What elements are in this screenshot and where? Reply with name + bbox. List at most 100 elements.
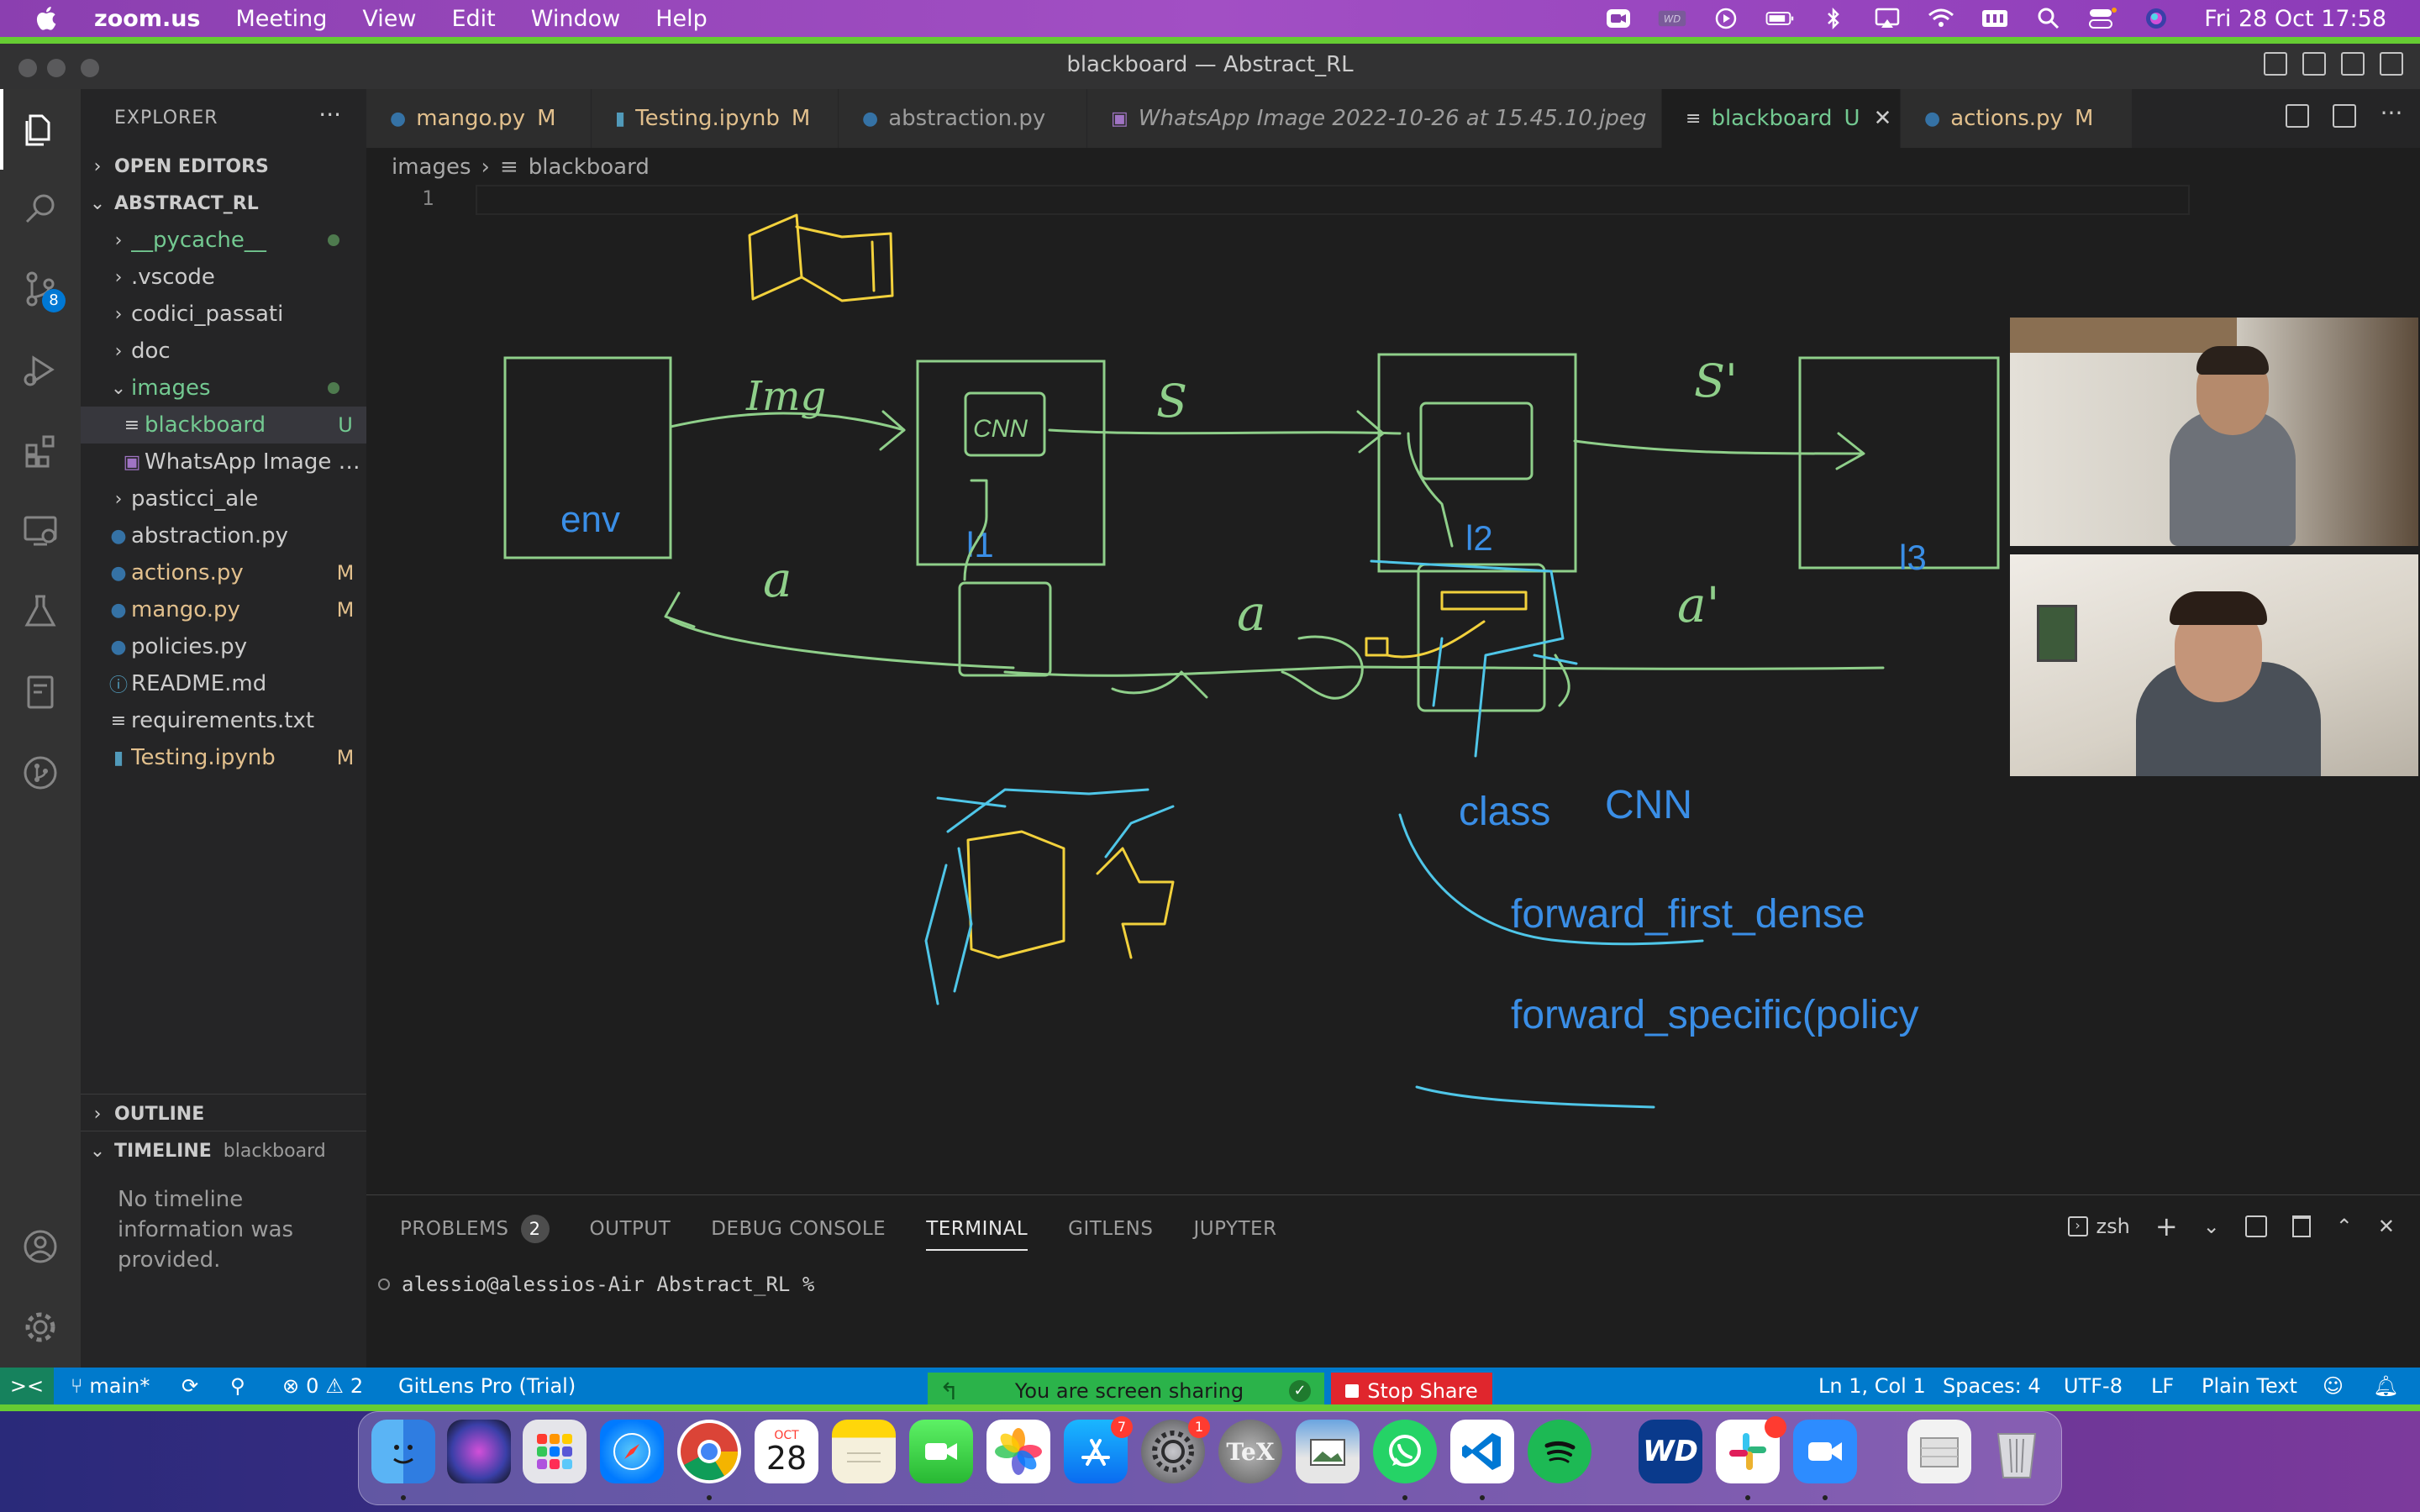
tree-folder-images[interactable]: ⌄ images bbox=[81, 370, 366, 407]
panel-tab-gitlens[interactable]: GITLENS bbox=[1068, 1212, 1153, 1246]
split-terminal-icon[interactable] bbox=[2244, 1215, 2267, 1237]
gitlens-icon[interactable] bbox=[20, 753, 60, 793]
photos-icon[interactable] bbox=[986, 1420, 1050, 1483]
preview-icon[interactable] bbox=[1296, 1420, 1360, 1483]
tree-file-testing[interactable]: ▮ Testing.ipynb M bbox=[81, 739, 366, 776]
wifi-icon[interactable] bbox=[1927, 7, 1955, 30]
menu-app-name[interactable]: zoom.us bbox=[94, 6, 201, 32]
spotify-icon[interactable] bbox=[1528, 1420, 1591, 1483]
gitlens-status-icon[interactable]: ⚲ bbox=[230, 1368, 245, 1404]
battery-icon[interactable] bbox=[1765, 7, 1794, 30]
wd-tray-icon[interactable]: WD bbox=[1658, 7, 1686, 30]
launchpad-icon[interactable] bbox=[523, 1420, 587, 1483]
zoom-icon[interactable] bbox=[1793, 1420, 1857, 1483]
trash-icon[interactable] bbox=[2291, 1215, 2311, 1237]
jupyter-icon[interactable] bbox=[20, 672, 60, 712]
feedback-icon[interactable]: ☺ bbox=[2323, 1368, 2344, 1404]
menu-meeting[interactable]: Meeting bbox=[236, 6, 328, 32]
menu-view[interactable]: View bbox=[362, 6, 416, 32]
siri-icon[interactable] bbox=[447, 1420, 511, 1483]
vscode-icon[interactable] bbox=[1450, 1420, 1514, 1483]
video-participant-1[interactable] bbox=[2010, 318, 2418, 546]
extensions-icon[interactable] bbox=[20, 430, 60, 470]
close-panel-icon[interactable]: ✕ bbox=[2378, 1215, 2395, 1238]
spotlight-search-icon[interactable] bbox=[2034, 7, 2063, 30]
breadcrumb-file[interactable]: blackboard bbox=[529, 155, 650, 180]
tree-file-whatsapp-image[interactable]: ▣ WhatsApp Image 2... bbox=[81, 444, 366, 480]
sync-icon[interactable]: ⟳ bbox=[182, 1368, 198, 1404]
wd-discovery-icon[interactable]: WD bbox=[1639, 1420, 1702, 1483]
problems-indicator[interactable]: ⊗ 0 ⚠ 2 bbox=[282, 1368, 363, 1404]
open-changes-icon[interactable] bbox=[2286, 104, 2309, 128]
customize-layout-icon[interactable] bbox=[2380, 52, 2403, 76]
more-actions-icon[interactable]: ··· bbox=[2380, 102, 2403, 128]
tree-folder-codici-passati[interactable]: › codici_passati bbox=[81, 296, 366, 333]
video-participant-2[interactable] bbox=[2010, 554, 2418, 776]
timeline-section[interactable]: ⌄ TIMELINE blackboard bbox=[81, 1132, 366, 1169]
remote-indicator[interactable]: >< bbox=[0, 1368, 54, 1404]
tree-file-abstraction[interactable]: ● abstraction.py bbox=[81, 517, 366, 554]
panel-tab-terminal[interactable]: TERMINAL bbox=[926, 1212, 1028, 1251]
tree-file-blackboard[interactable]: ≡ blackboard U bbox=[81, 407, 366, 444]
tab-blackboard[interactable]: ≡ blackboard U ✕ bbox=[1662, 89, 1901, 148]
tab-actions[interactable]: ● actions.py M bbox=[1901, 89, 2133, 148]
notifications-bell-icon[interactable]: 🔔︎ bbox=[2373, 1368, 2398, 1404]
safari-icon[interactable] bbox=[600, 1420, 664, 1483]
tab-testing[interactable]: ▮ Testing.ipynb M bbox=[592, 89, 839, 148]
tree-file-requirements[interactable]: ≡ requirements.txt bbox=[81, 702, 366, 739]
finder-icon[interactable] bbox=[371, 1420, 435, 1483]
csv-file-icon[interactable] bbox=[1907, 1420, 1971, 1483]
whatsapp-icon[interactable] bbox=[1373, 1420, 1437, 1483]
menu-edit[interactable]: Edit bbox=[451, 6, 495, 32]
chevron-down-icon[interactable]: ⌄ bbox=[2203, 1215, 2220, 1238]
panel-tab-output[interactable]: OUTPUT bbox=[590, 1212, 671, 1246]
toggle-secondary-sidebar-icon[interactable] bbox=[2341, 52, 2365, 76]
split-editor-icon[interactable] bbox=[2333, 104, 2356, 128]
trash-icon[interactable] bbox=[1985, 1420, 2049, 1483]
toggle-panel-icon[interactable] bbox=[2302, 52, 2326, 76]
apple-icon[interactable] bbox=[32, 3, 62, 34]
facetime-icon[interactable] bbox=[909, 1420, 973, 1483]
search-icon[interactable] bbox=[20, 188, 60, 228]
control-center-icon[interactable] bbox=[2088, 7, 2118, 30]
cursor-position[interactable]: Ln 1, Col 1 bbox=[1818, 1368, 1926, 1404]
gitlens-status[interactable]: GitLens Pro (Trial) bbox=[398, 1368, 576, 1404]
tree-folder-vscode[interactable]: › .vscode bbox=[81, 259, 366, 296]
tab-whatsapp-image[interactable]: ▣ WhatsApp Image 2022-10-26 at 15.45.10.… bbox=[1087, 89, 1662, 148]
close-tab-icon[interactable]: ✕ bbox=[1874, 106, 1892, 131]
account-icon[interactable] bbox=[20, 1226, 60, 1267]
notes-icon[interactable] bbox=[832, 1420, 896, 1483]
menu-help[interactable]: Help bbox=[655, 6, 708, 32]
tree-file-readme[interactable]: ⓘ README.md bbox=[81, 665, 366, 702]
tree-file-actions[interactable]: ● actions.py M bbox=[81, 554, 366, 591]
breadcrumb-folder[interactable]: images bbox=[392, 155, 471, 180]
calendar-icon[interactable]: OCT 28 bbox=[755, 1420, 818, 1483]
airplay-icon[interactable] bbox=[1873, 7, 1902, 30]
branch-indicator[interactable]: ⑂ main* bbox=[71, 1368, 150, 1404]
terminal-prompt-line[interactable]: alessio@alessios-Air Abstract_RL % bbox=[378, 1273, 814, 1296]
settings-gear-icon[interactable] bbox=[20, 1307, 60, 1347]
panel-tab-problems[interactable]: PROBLEMS 2 bbox=[400, 1212, 550, 1246]
chrome-icon[interactable] bbox=[677, 1420, 741, 1483]
terminal-shell-selector[interactable]: › zsh bbox=[2067, 1215, 2130, 1238]
new-terminal-icon[interactable]: + bbox=[2155, 1210, 2178, 1242]
keyboard-icon[interactable] bbox=[1981, 7, 2009, 30]
bluetooth-icon[interactable] bbox=[1819, 7, 1848, 30]
siri-icon[interactable] bbox=[2142, 7, 2170, 30]
tree-file-mango[interactable]: ● mango.py M bbox=[81, 591, 366, 628]
encoding[interactable]: UTF-8 bbox=[2064, 1368, 2123, 1404]
remote-explorer-icon[interactable] bbox=[20, 511, 60, 551]
tree-folder-pasticci-ale[interactable]: › pasticci_ale bbox=[81, 480, 366, 517]
tree-folder-pycache[interactable]: › __pycache__ bbox=[81, 222, 366, 259]
menu-window[interactable]: Window bbox=[531, 6, 620, 32]
zoom-tray-icon[interactable] bbox=[1604, 7, 1633, 30]
explorer-icon[interactable] bbox=[20, 109, 60, 150]
panel-tab-debug-console[interactable]: DEBUG CONSOLE bbox=[711, 1212, 886, 1246]
outline-section[interactable]: › OUTLINE bbox=[81, 1095, 366, 1132]
indentation[interactable]: Spaces: 4 bbox=[1943, 1368, 2041, 1404]
clock[interactable]: Fri 28 Oct 17:58 bbox=[2204, 6, 2386, 32]
project-section[interactable]: ⌄ ABSTRACT_RL bbox=[81, 185, 366, 222]
run-debug-icon[interactable] bbox=[20, 349, 60, 390]
language-mode[interactable]: Plain Text bbox=[2202, 1368, 2297, 1404]
more-actions-icon[interactable]: ··· bbox=[318, 101, 341, 129]
